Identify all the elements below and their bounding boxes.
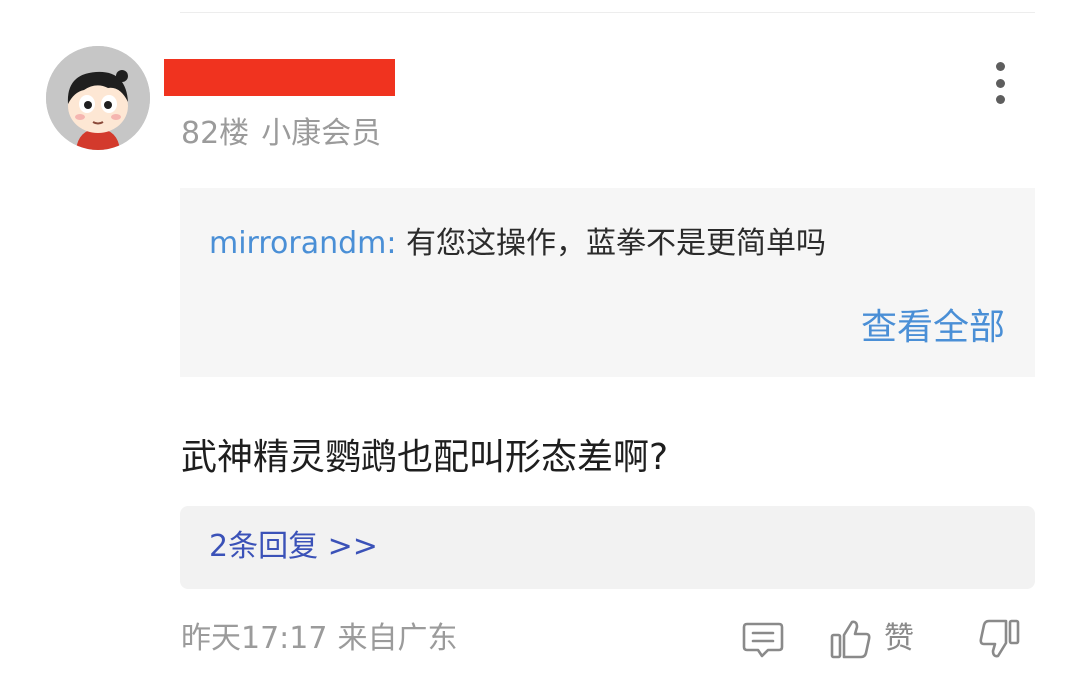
comment-icon — [742, 622, 784, 658]
more-dot — [995, 78, 1005, 88]
timestamp: 昨天17:17 — [181, 621, 328, 656]
reply-button[interactable] — [740, 614, 786, 664]
like-label: 赞 — [884, 621, 914, 656]
more-vertical-icon — [995, 62, 1005, 71]
avatar[interactable] — [46, 46, 150, 150]
quote-username[interactable]: mirrorandm: — [209, 226, 397, 261]
floor-number: 82楼 — [181, 116, 250, 151]
more-dot — [995, 95, 1005, 104]
quote-line: mirrorandm: 有您这操作，蓝拳不是更简单吗 — [209, 224, 826, 264]
replies-panel[interactable]: 2条回复 >> — [180, 506, 1035, 589]
comment-meta: 82楼 小康会员 — [181, 114, 381, 154]
thumbs-down-icon — [979, 619, 1020, 658]
quoted-reply[interactable]: mirrorandm: 有您这操作，蓝拳不是更简单吗 查看全部 — [180, 188, 1035, 377]
comment-text: 武神精灵鹦鹉也配叫形态差啊? — [181, 437, 669, 478]
replies-link[interactable]: 2条回复 >> — [209, 527, 378, 567]
redacted-username — [164, 59, 395, 96]
more-options-button[interactable] — [980, 58, 1020, 108]
view-all-link[interactable]: 查看全部 — [861, 305, 1005, 351]
avatar-image — [46, 46, 150, 150]
post-info: 昨天17:17 来自广东 — [181, 619, 457, 659]
top-divider — [180, 12, 1035, 13]
member-level: 小康会员 — [261, 116, 382, 151]
like-button[interactable]: 赞 — [828, 614, 914, 664]
location: 来自广东 — [337, 621, 458, 656]
quote-text: 有您这操作，蓝拳不是更简单吗 — [406, 226, 827, 261]
thumbs-up-icon — [830, 620, 871, 659]
dislike-button[interactable] — [976, 614, 1022, 664]
